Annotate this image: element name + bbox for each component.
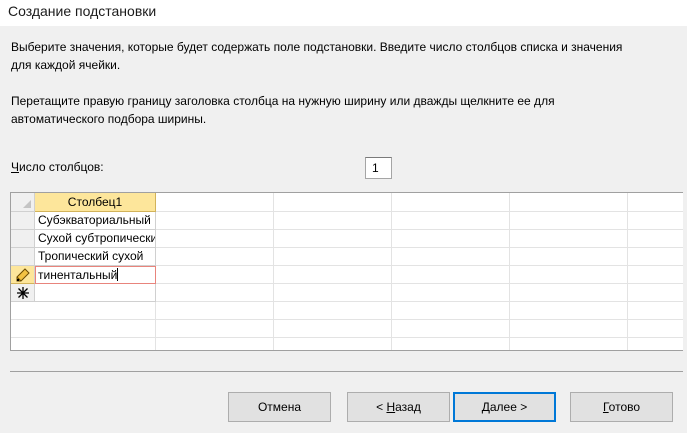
instructions-paragraph-1: Выберите значения, которые будет содержа… [11, 38, 671, 74]
row-selector-editing[interactable] [11, 266, 35, 284]
grid-line [11, 337, 683, 338]
cancel-button[interactable]: Отмена [228, 392, 331, 422]
row-selector-new[interactable] [11, 284, 35, 302]
grid-line [509, 193, 510, 350]
grid-cell[interactable]: Тропический сухой [35, 248, 156, 266]
row-selector[interactable] [11, 212, 35, 230]
lookup-values-grid: Столбец1 Субэкваториальный Сухой субтроп… [10, 192, 683, 351]
back-button[interactable]: < Назад [347, 392, 450, 422]
hotkey-letter: Д [481, 400, 490, 414]
grid-cell[interactable]: Субэкваториальный [35, 212, 156, 230]
text-caret [117, 268, 119, 281]
grid-line [11, 319, 683, 320]
instruction-line: автоматического подбора ширины. [11, 112, 207, 126]
button-label: алее > [489, 400, 528, 414]
column-header[interactable]: Столбец1 [35, 193, 156, 212]
corner-triangle-icon [23, 200, 31, 208]
hotkey-letter: Н [386, 400, 396, 414]
cell-text: тинентальный [38, 268, 118, 282]
row-selector[interactable] [11, 230, 35, 248]
button-label: азад [395, 400, 421, 414]
instruction-line: Выберите значения, которые будет содержа… [11, 40, 623, 54]
window-title: Создание подстановки [8, 3, 157, 19]
next-button[interactable]: Далее > [453, 392, 556, 422]
title-bar: Создание подстановки [0, 0, 687, 26]
label-text: исло столбцов: [19, 160, 104, 174]
button-prefix: < [376, 400, 387, 414]
hotkey-letter: Ч [11, 160, 19, 174]
pencil-icon [16, 268, 30, 282]
instruction-line: Перетащите правую границу заголовка стол… [11, 94, 555, 108]
grid-line [627, 193, 628, 350]
asterisk-icon [16, 287, 29, 299]
button-label: отово [608, 400, 641, 414]
grid-cell-editing[interactable]: тинентальный [35, 266, 156, 284]
finish-button[interactable]: Готово [570, 392, 673, 422]
instructions-paragraph-2: Перетащите правую границу заголовка стол… [11, 92, 671, 128]
columns-count-input[interactable]: 1 [365, 157, 392, 179]
grid-line [391, 193, 392, 350]
grid-cell-new[interactable] [35, 284, 156, 302]
grid-line [273, 193, 274, 350]
columns-count-label: Число столбцов: [11, 160, 104, 174]
grid-cell[interactable]: Сухой субтропический [35, 230, 156, 248]
separator [10, 371, 683, 372]
instruction-line: для каждой ячейки. [11, 58, 121, 72]
row-selector[interactable] [11, 248, 35, 266]
select-all-corner[interactable] [11, 193, 35, 212]
